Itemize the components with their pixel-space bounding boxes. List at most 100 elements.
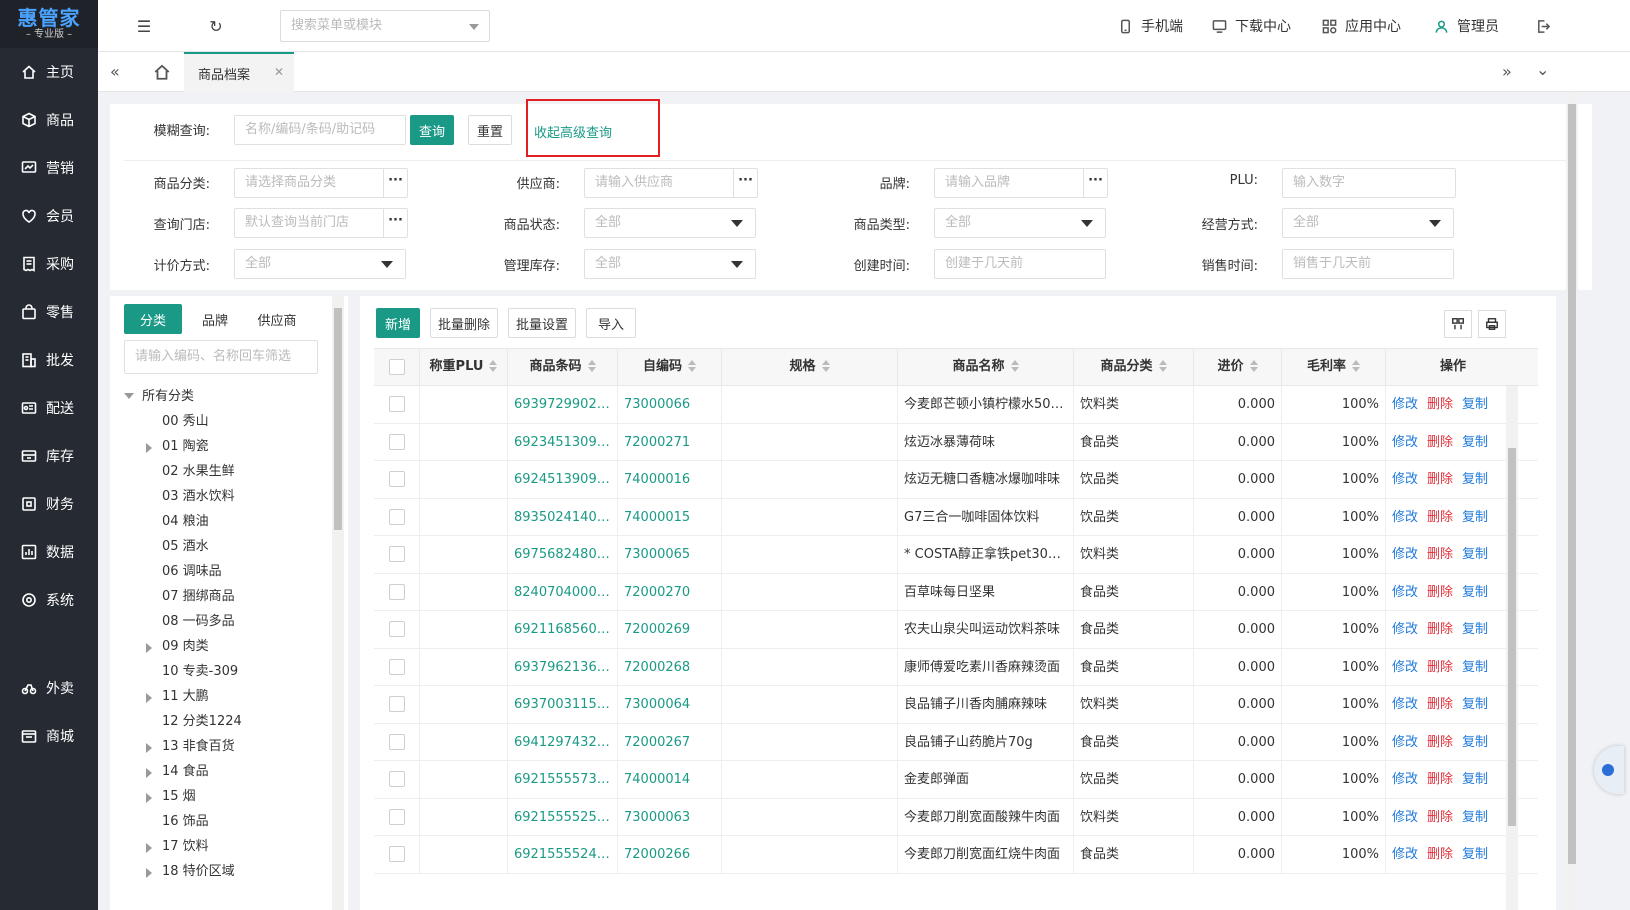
tree-node[interactable]: 07 捆绑商品 (146, 584, 235, 609)
sidebar-item-7[interactable]: 配送 (0, 384, 98, 432)
tabs-scroll-right-icon[interactable]: » (1502, 62, 1512, 81)
app-logo[interactable]: 惠管家 – 专业版 – (0, 0, 98, 48)
store-input[interactable]: 默认查询当前门店 ··· (234, 208, 408, 238)
refresh-icon[interactable]: ↻ (206, 16, 226, 36)
sidebar-item-0[interactable]: 主页 (0, 48, 98, 96)
sidebar-item-8[interactable]: 库存 (0, 432, 98, 480)
tree-node[interactable]: 16 饰品 (146, 809, 209, 834)
sidebar-item-9[interactable]: 财务 (0, 480, 98, 528)
table-row[interactable]: 6939729902194 73000066 今麦郎芒顿小镇柠檬水500ml 饮料类 0… (374, 386, 1538, 424)
header-name[interactable]: 商品名称 (898, 349, 1074, 385)
biz-mode-select[interactable]: 全部 (1282, 208, 1454, 238)
table-row[interactable]: 6975682480706 73000065 * COSTA醇正拿铁pet300ml… (374, 536, 1538, 574)
delete-link[interactable]: 删除 (1427, 660, 1453, 675)
delete-link[interactable]: 删除 (1427, 510, 1453, 525)
row-checkbox[interactable] (389, 771, 405, 787)
table-row[interactable]: 6924513909268 74000016 炫迈无糖口香糖冰爆咖啡味 饮品类 0.00… (374, 461, 1538, 499)
row-checkbox[interactable] (389, 433, 405, 450)
table-row[interactable]: 8935024140239 74000015 G7三合一咖啡固体饮料 饮品类 0.000… (374, 498, 1538, 536)
edit-link[interactable]: 修改 (1392, 660, 1418, 675)
sidebar-item-6[interactable]: 批发 (0, 336, 98, 384)
edit-link[interactable]: 修改 (1392, 397, 1418, 412)
logout-button[interactable] (1536, 0, 1559, 52)
seg-brand[interactable]: 品牌 (186, 304, 244, 334)
tree-node[interactable]: 15 烟 (146, 784, 196, 809)
sidebar-item-11[interactable]: 系统 (0, 576, 98, 624)
category-search-input[interactable]: 请输入编码、名称回车筛选 (124, 340, 318, 374)
sidebar-item-2[interactable]: 营销 (0, 144, 98, 192)
sidebar-item-10[interactable]: 数据 (0, 528, 98, 576)
reset-button[interactable]: 重置 (468, 115, 512, 145)
tree-node[interactable]: 03 酒水饮料 (146, 484, 235, 509)
tree-node[interactable]: 10 专卖-309 (146, 659, 238, 684)
table-row[interactable]: 6921555525098 73000063 今麦郎刀削宽面酸辣牛肉面 饮料类 0.00… (374, 798, 1538, 836)
row-checkbox[interactable] (389, 846, 405, 862)
edit-link[interactable]: 修改 (1392, 772, 1418, 787)
edit-link[interactable]: 修改 (1392, 435, 1418, 450)
delete-link[interactable]: 删除 (1427, 585, 1453, 600)
table-row[interactable]: 6921555573907 74000014 金麦郎弹面 饮品类 0.000 100% 修改… (374, 761, 1538, 799)
edit-link[interactable]: 修改 (1392, 735, 1418, 750)
copy-link[interactable]: 复制 (1462, 547, 1488, 562)
tab-product-archive[interactable]: 商品档案 ✕ (184, 52, 294, 92)
row-checkbox[interactable] (389, 658, 405, 675)
select-all-checkbox[interactable] (389, 359, 405, 375)
copy-link[interactable]: 复制 (1462, 397, 1488, 412)
table-row[interactable]: 6923451309244 72000271 炫迈冰暴薄荷味 食品类 0.000 100%… (374, 423, 1538, 461)
row-checkbox[interactable] (389, 696, 405, 712)
tree-node[interactable]: 04 粮油 (146, 509, 209, 534)
edit-link[interactable]: 修改 (1392, 622, 1418, 637)
batch-delete-button[interactable]: 批量删除 (430, 308, 498, 338)
delete-link[interactable]: 删除 (1427, 847, 1453, 862)
stock-select[interactable]: 全部 (584, 249, 756, 279)
row-checkbox[interactable] (389, 583, 405, 600)
scroll-thumb[interactable] (1568, 104, 1576, 864)
delete-link[interactable]: 删除 (1427, 810, 1453, 825)
header-category[interactable]: 商品分类 (1074, 349, 1194, 385)
status-select[interactable]: 全部 (584, 208, 756, 238)
table-row[interactable]: 6937003115186 73000064 良品铺子川香肉脯麻辣味 饮料类 0.000… (374, 686, 1538, 724)
tree-node[interactable]: 02 水果生鲜 (146, 459, 235, 484)
pricing-select[interactable]: 全部 (234, 249, 406, 279)
created-input[interactable]: 创建于几天前 (934, 249, 1106, 279)
tree-node[interactable]: 01 陶瓷 (146, 434, 209, 459)
menu-search-select[interactable]: 搜索菜单或模块 (280, 10, 490, 42)
tree-node[interactable]: 11 大鹏 (146, 684, 209, 709)
category-input[interactable]: 请选择商品分类 ··· (234, 168, 408, 198)
close-icon[interactable]: ✕ (274, 65, 284, 79)
delete-link[interactable]: 删除 (1427, 622, 1453, 637)
header-margin[interactable]: 毛利率 (1282, 349, 1386, 385)
fuzzy-query-input[interactable]: 名称/编码/条码/助记码 (234, 115, 406, 145)
scroll-thumb[interactable] (334, 308, 342, 530)
sidebar-item-extra-0[interactable]: 外卖 (0, 664, 98, 712)
more-icon[interactable]: ··· (733, 169, 757, 197)
import-button[interactable]: 导入 (586, 308, 636, 338)
row-checkbox[interactable] (389, 808, 405, 825)
plu-input[interactable]: 输入数字 (1282, 168, 1456, 198)
row-checkbox[interactable] (389, 508, 405, 525)
tree-node[interactable]: 18 特价区域 (146, 859, 235, 884)
copy-link[interactable]: 复制 (1462, 435, 1488, 450)
type-select[interactable]: 全部 (934, 208, 1106, 238)
row-checkbox[interactable] (389, 471, 405, 487)
delete-link[interactable]: 删除 (1427, 735, 1453, 750)
edit-link[interactable]: 修改 (1392, 697, 1418, 712)
header-plu[interactable]: 称重PLU (420, 349, 508, 385)
batch-set-button[interactable]: 批量设置 (508, 308, 576, 338)
tree-node[interactable]: 06 调味品 (146, 559, 222, 584)
table-row[interactable]: 6941297432782 72000267 良品铺子山药脆片70g 食品类 0.000… (374, 723, 1538, 761)
seg-supplier[interactable]: 供应商 (248, 304, 306, 334)
menu-toggle-icon[interactable]: ☰ (134, 16, 154, 36)
brand-input[interactable]: 请输入品牌 ··· (934, 168, 1108, 198)
more-icon[interactable]: ··· (383, 169, 407, 197)
tree-node[interactable]: 05 酒水 (146, 534, 209, 559)
copy-link[interactable]: 复制 (1462, 735, 1488, 750)
copy-link[interactable]: 复制 (1462, 772, 1488, 787)
sold-input[interactable]: 销售于几天前 (1282, 249, 1454, 279)
tree-node[interactable]: 17 饮料 (146, 834, 209, 859)
tree-node[interactable]: 08 一码多品 (146, 609, 235, 634)
table-row[interactable]: 6937962136291 72000268 康师傅爱吃素川香麻辣烫面 食品类 0.00… (374, 648, 1538, 686)
copy-link[interactable]: 复制 (1462, 622, 1488, 637)
table-row[interactable]: 8240704000016 72000270 百草味每日坚果 食品类 0.000 100%… (374, 573, 1538, 611)
row-checkbox[interactable] (389, 621, 405, 637)
